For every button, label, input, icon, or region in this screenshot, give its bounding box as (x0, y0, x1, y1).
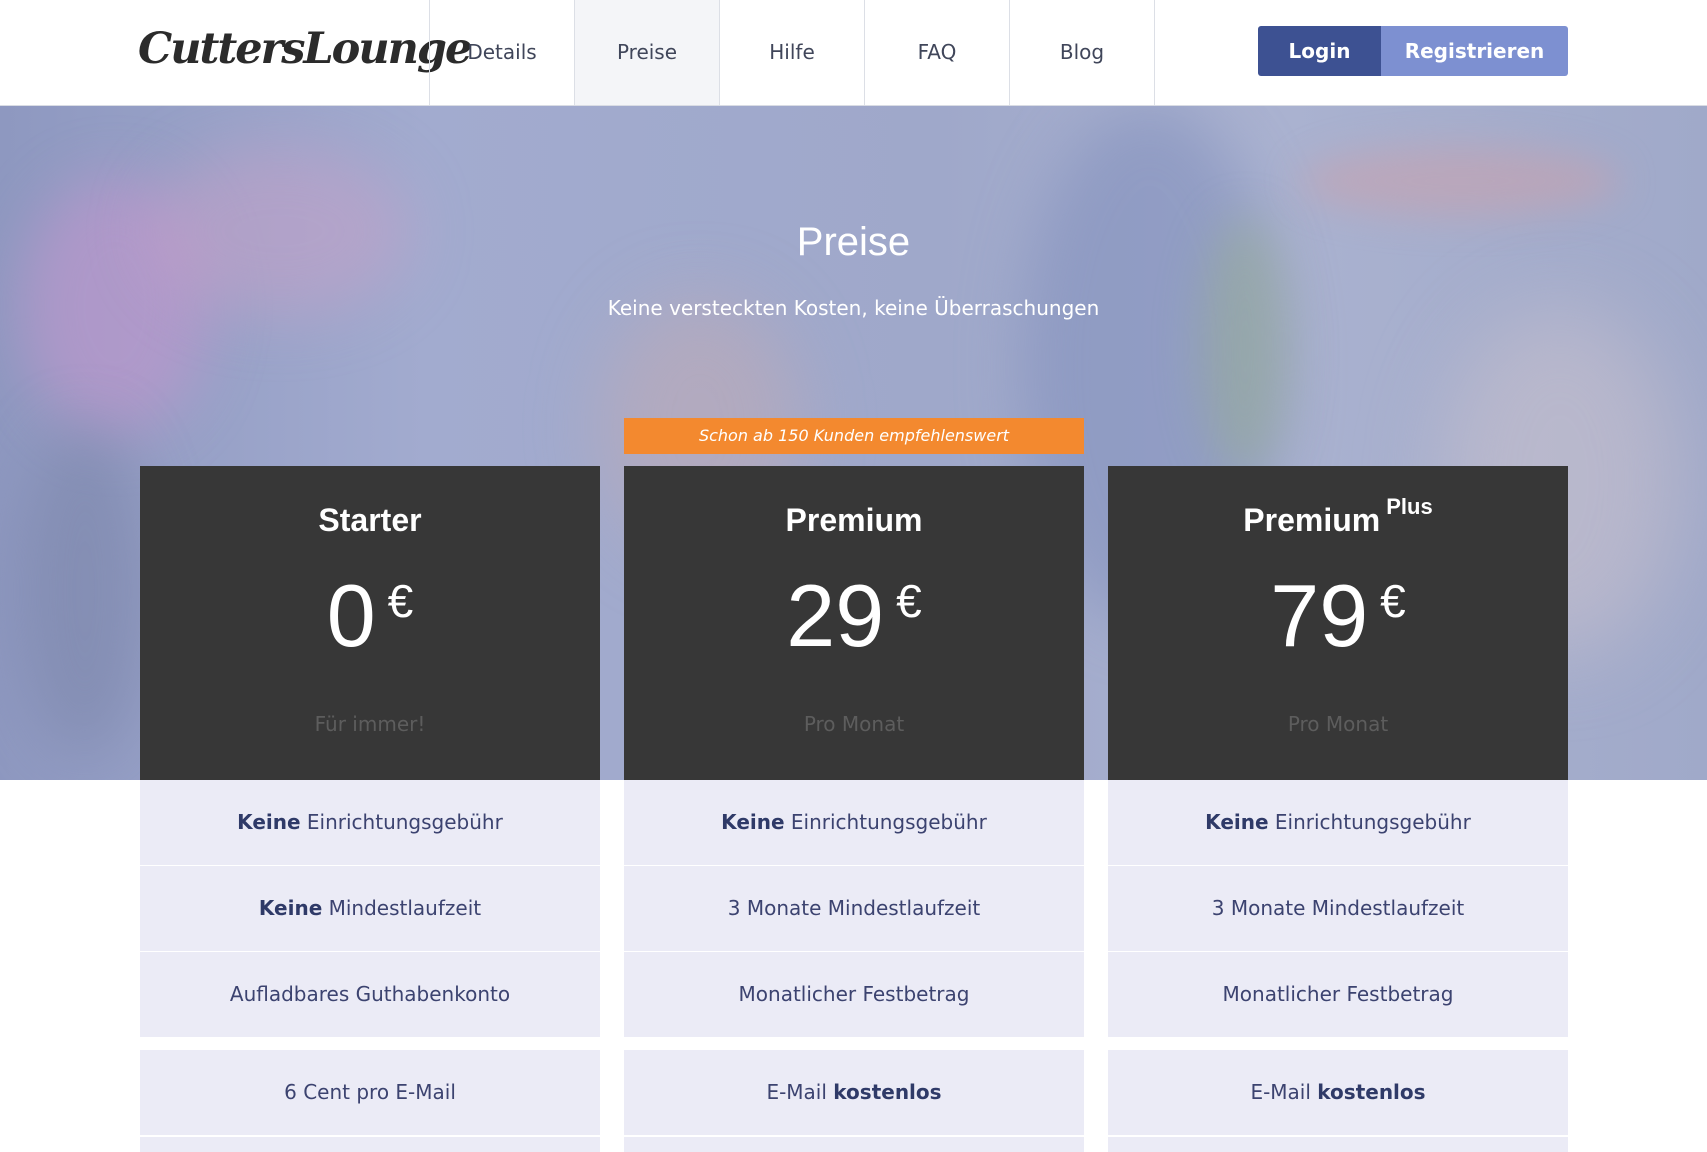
feature-row: E-Mail kostenlos (624, 1050, 1084, 1136)
plan-price: 29 € (786, 566, 922, 665)
site-header: CuttersLounge Details Preise Hilfe FAQ B… (0, 0, 1707, 106)
feature-row: 3 Monate Mindestlaufzeit (624, 866, 1084, 952)
login-button[interactable]: Login (1258, 26, 1381, 76)
feature-row (140, 1137, 600, 1152)
register-button[interactable]: Registrieren (1381, 26, 1568, 76)
feature-row: Keine Einrichtungsgebühr (1108, 780, 1568, 866)
feature-row: Monatlicher Festbetrag (624, 952, 1084, 1037)
plan-price: 79 € (1270, 566, 1406, 665)
feature-row: Aufladbares Guthabenkonto (140, 952, 600, 1037)
plan-card-premium-plus: Premium Plus 79 € Pro Monat (1108, 466, 1568, 780)
feature-row: Keine Mindestlaufzeit (140, 866, 600, 952)
page-subtitle: Keine versteckten Kosten, keine Überrasc… (607, 296, 1100, 320)
feature-row (1108, 1137, 1568, 1152)
plan-period: Pro Monat (803, 712, 905, 736)
recommended-banner: Schon ab 150 Kunden empfehlenswert (624, 418, 1084, 454)
feature-row: Keine Einrichtungsgebühr (140, 780, 600, 866)
nav-item-preise[interactable]: Preise (575, 0, 720, 105)
plan-card-starter: Starter 0 € Für immer! (140, 466, 600, 780)
feature-row: Monatlicher Festbetrag (1108, 952, 1568, 1037)
auth-buttons: Login Registrieren (1258, 26, 1568, 76)
main-nav: Details Preise Hilfe FAQ Blog (429, 0, 1155, 105)
plan-period: Pro Monat (1287, 712, 1389, 736)
feature-row: 3 Monate Mindestlaufzeit (1108, 866, 1568, 952)
page-title: Preise (796, 220, 911, 264)
feature-row: E-Mail kostenlos (1108, 1050, 1568, 1136)
nav-item-hilfe[interactable]: Hilfe (720, 0, 865, 105)
plan-name: Premium Plus (1243, 494, 1433, 538)
plan-card-premium: Premium 29 € Pro Monat (624, 466, 1084, 780)
nav-item-blog[interactable]: Blog (1010, 0, 1155, 105)
plan-period: Für immer! (314, 712, 426, 736)
feature-row: 6 Cent pro E-Mail (140, 1050, 600, 1136)
plan-name: Starter (318, 502, 422, 538)
feature-row: Keine Einrichtungsgebühr (624, 780, 1084, 866)
plan-price: 0 € (326, 566, 414, 665)
nav-item-faq[interactable]: FAQ (865, 0, 1010, 105)
plan-name: Premium (785, 502, 923, 538)
feature-row (624, 1137, 1084, 1152)
nav-item-details[interactable]: Details (430, 0, 575, 105)
cutterslounge-logo[interactable]: CuttersLounge (138, 14, 472, 84)
